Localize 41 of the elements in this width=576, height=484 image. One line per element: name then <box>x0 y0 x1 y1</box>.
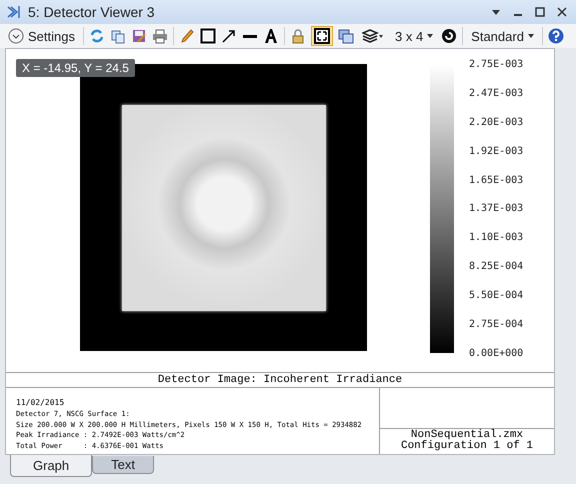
caret-icon <box>528 33 534 39</box>
maximize-icon[interactable] <box>534 6 546 18</box>
rectangle-icon[interactable] <box>200 28 216 44</box>
app-logo-icon <box>6 4 22 20</box>
view-tab[interactable]: Graph <box>10 455 92 477</box>
caret-icon <box>427 33 434 39</box>
help-icon[interactable] <box>548 28 564 44</box>
zoom-frame-button[interactable] <box>310 26 333 46</box>
configuration-label: Configuration 1 of 1 <box>400 441 534 452</box>
refresh-icon[interactable] <box>88 28 105 44</box>
pencil-icon[interactable] <box>178 28 195 44</box>
plot-caption: Detector Image: Incoherent Irradiance <box>6 373 554 388</box>
scale-label: 2.75E-004 <box>469 319 524 330</box>
close-icon[interactable] <box>556 6 568 18</box>
scale-label: 2.20E-003 <box>469 116 524 128</box>
scale-label: 1.37E-003 <box>469 203 524 214</box>
info-line: 11/02/2015 <box>16 398 66 408</box>
scale-label: 8.25E-004 <box>469 261 524 272</box>
layout-dropdown[interactable]: 3 x 4 <box>392 26 436 46</box>
scale-label: 1.10E-003 <box>469 232 524 244</box>
rotate-icon[interactable] <box>441 28 458 44</box>
scale-label: 1.65E-003 <box>469 174 524 186</box>
scale-label: 1.92E-003 <box>469 146 524 157</box>
file-name: NonSequential.zmx <box>410 430 524 441</box>
windows-icon[interactable] <box>338 28 354 44</box>
mode-dropdown[interactable]: Standard <box>468 26 537 46</box>
lock-icon[interactable] <box>290 28 306 44</box>
cursor-readout: X = -14.95, Y = 24.5 <box>16 59 135 77</box>
copy-icon[interactable] <box>110 28 126 44</box>
scale-label: 2.75E-003 <box>469 59 524 70</box>
chevron-circle-icon <box>8 28 24 44</box>
save-icon[interactable] <box>130 28 147 44</box>
print-icon[interactable] <box>152 28 168 44</box>
window-title: 5: Detector Viewer 3 <box>28 4 155 20</box>
scale-label: 2.47E-003 <box>469 88 524 99</box>
settings-button[interactable]: Settings <box>5 26 78 46</box>
view-tab[interactable]: Text <box>92 456 154 474</box>
scale-label: 0.00E+000 <box>469 348 524 359</box>
scale-label: 5.50E-004 <box>469 290 524 302</box>
text-tool-icon[interactable] <box>262 28 279 44</box>
arrow-icon[interactable] <box>220 28 237 44</box>
